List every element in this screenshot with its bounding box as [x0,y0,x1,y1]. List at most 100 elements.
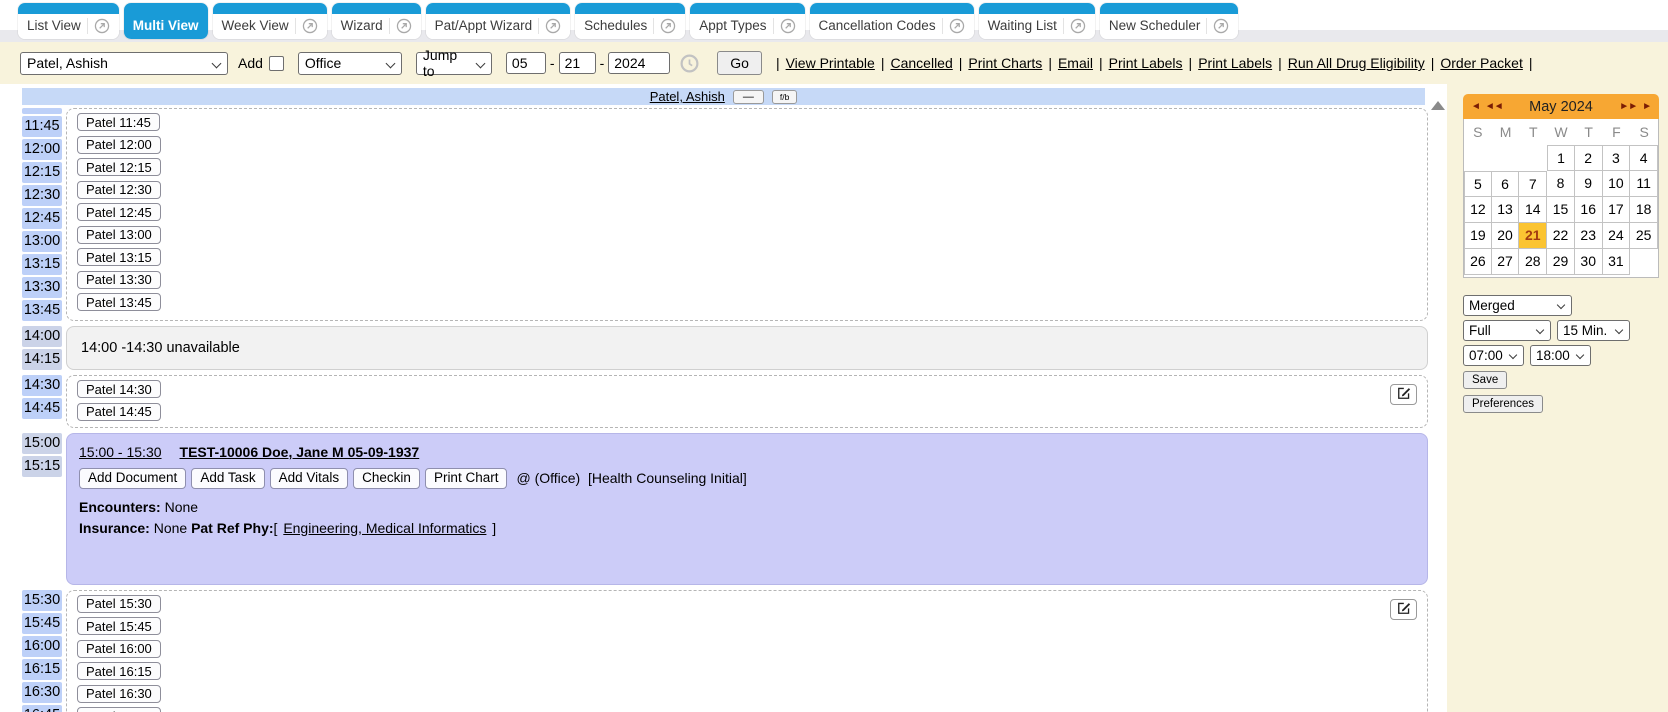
interval-select[interactable]: 15 Min. [1557,320,1630,341]
provider-header-link[interactable]: Patel, Ashish [650,89,725,104]
checkin-button[interactable]: Checkin [353,468,420,489]
referring-physician-link[interactable]: Engineering, Medical Informatics [283,520,486,536]
calendar-day-22[interactable]: 22 [1547,223,1575,249]
help-icon[interactable] [87,18,110,34]
help-icon[interactable] [389,18,412,34]
calendar-day-5[interactable]: 5 [1464,171,1492,197]
scrollbar[interactable] [1428,88,1447,712]
calendar-day-23[interactable]: 23 [1575,223,1603,249]
calendar-day-1[interactable]: 1 [1547,145,1575,171]
facility-select[interactable]: Office [298,52,402,75]
tab-week-view[interactable]: Week View [213,3,327,39]
clock-icon[interactable] [680,54,699,73]
slot-button[interactable]: Patel 16:30 [77,685,161,703]
provider-select[interactable]: Patel, Ashish [20,52,228,75]
slot-button[interactable]: Patel 14:45 [77,403,161,421]
tab-appt-types[interactable]: Appt Types [690,3,804,39]
tab-pat-appt-wizard[interactable]: Pat/Appt Wizard [426,3,571,39]
print-chart-button[interactable]: Print Chart [425,468,508,489]
year-input[interactable] [608,52,670,74]
tab-list-view[interactable]: List View [18,3,119,39]
link-cancelled[interactable]: Cancelled [890,55,952,71]
edit-slot-button[interactable] [1390,384,1417,405]
link-print-labels[interactable]: Print Labels [1109,55,1183,71]
view-mode-select[interactable]: Merged [1463,295,1572,316]
calendar-day-29[interactable]: 29 [1547,249,1575,275]
slot-button[interactable]: Patel 16:15 [77,662,161,680]
tab-cancellation-codes[interactable]: Cancellation Codes [810,3,974,39]
help-icon[interactable] [653,18,676,34]
slot-button[interactable]: Patel 16:45 [77,707,161,712]
patient-link[interactable]: TEST-10006 Doe, Jane M 05-09-1937 [180,444,420,460]
prev-arrow-icon[interactable]: ◄ [1471,101,1480,112]
next-double-arrow-icon[interactable]: ►► [1619,101,1637,112]
slot-button[interactable]: Patel 12:00 [77,136,161,154]
help-icon[interactable] [1206,18,1229,34]
slot-button[interactable]: Patel 12:30 [77,181,161,199]
link-run-all-drug-eligibility[interactable]: Run All Drug Eligibility [1288,55,1425,71]
calendar-day-7[interactable]: 7 [1519,171,1547,197]
calendar-day-4[interactable]: 4 [1630,145,1658,171]
calendar-day-10[interactable]: 10 [1603,171,1631,197]
calendar-day-20[interactable]: 20 [1492,223,1520,249]
calendar-day-12[interactable]: 12 [1464,197,1492,223]
slot-button[interactable]: Patel 14:30 [77,380,161,398]
end-time-select[interactable]: 18:00 [1530,345,1591,366]
appointment-time-link[interactable]: 15:00 - 15:30 [79,444,162,460]
tab-waiting-list[interactable]: Waiting List [979,3,1095,39]
link-print-charts[interactable]: Print Charts [968,55,1042,71]
calendar-day-15[interactable]: 15 [1547,197,1575,223]
slot-button[interactable]: Patel 13:30 [77,271,161,289]
go-button[interactable]: Go [717,51,762,75]
calendar-day-14[interactable]: 14 [1519,197,1547,223]
add-task-button[interactable]: Add Task [191,468,264,489]
slot-button[interactable]: Patel 12:45 [77,203,161,221]
fb-button[interactable]: f/b [772,90,797,104]
help-icon[interactable] [1063,18,1086,34]
scroll-up-icon[interactable] [1431,101,1445,110]
calendar-day-17[interactable]: 17 [1603,197,1631,223]
size-select[interactable]: Full [1463,320,1551,341]
calendar-day-27[interactable]: 27 [1492,249,1520,275]
calendar-day-3[interactable]: 3 [1603,145,1631,171]
calendar-day-25[interactable]: 25 [1630,223,1658,249]
calendar-day-13[interactable]: 13 [1492,197,1520,223]
calendar-day-31[interactable]: 31 [1603,249,1631,275]
tab-wizard[interactable]: Wizard [332,3,421,39]
prev-double-arrow-icon[interactable]: ◄◄ [1485,101,1503,112]
help-icon[interactable] [295,18,318,34]
calendar-day-28[interactable]: 28 [1519,249,1547,275]
calendar-day-16[interactable]: 16 [1575,197,1603,223]
slot-button[interactable]: Patel 15:30 [77,595,161,613]
jump-to-select[interactable]: Jump to [416,52,492,75]
next-arrow-icon[interactable]: ► [1642,101,1651,112]
appointment-block[interactable]: 15:00 - 15:30 TEST-10006 Doe, Jane M 05-0… [66,433,1428,585]
add-vitals-button[interactable]: Add Vitals [270,468,349,489]
calendar-day-8[interactable]: 8 [1547,171,1575,197]
slot-button[interactable]: Patel 16:00 [77,640,161,658]
slot-button[interactable]: Patel 13:15 [77,248,161,266]
save-button[interactable]: Save [1463,371,1507,389]
slot-button[interactable]: Patel 13:45 [77,293,161,311]
slot-button[interactable]: Patel 15:45 [77,617,161,635]
calendar-day-6[interactable]: 6 [1492,171,1520,197]
collapse-button[interactable]: — [733,90,764,104]
add-document-button[interactable]: Add Document [79,468,186,489]
start-time-select[interactable]: 07:00 [1463,345,1524,366]
link-order-packet[interactable]: Order Packet [1440,55,1522,71]
calendar-day-26[interactable]: 26 [1464,249,1492,275]
help-icon[interactable] [538,18,561,34]
tab-new-scheduler[interactable]: New Scheduler [1100,3,1239,39]
slot-button[interactable]: Patel 11:45 [77,113,160,131]
help-icon[interactable] [773,18,796,34]
link-email[interactable]: Email [1058,55,1093,71]
edit-slot-button[interactable] [1390,599,1417,620]
slot-button[interactable]: Patel 13:00 [77,226,161,244]
calendar-day-24[interactable]: 24 [1603,223,1631,249]
help-icon[interactable] [942,18,965,34]
tab-multi-view[interactable]: Multi View [124,3,208,39]
month-input[interactable] [506,52,546,74]
preferences-button[interactable]: Preferences [1463,395,1543,413]
tab-schedules[interactable]: Schedules [575,3,685,39]
link-view-printable[interactable]: View Printable [786,55,875,71]
